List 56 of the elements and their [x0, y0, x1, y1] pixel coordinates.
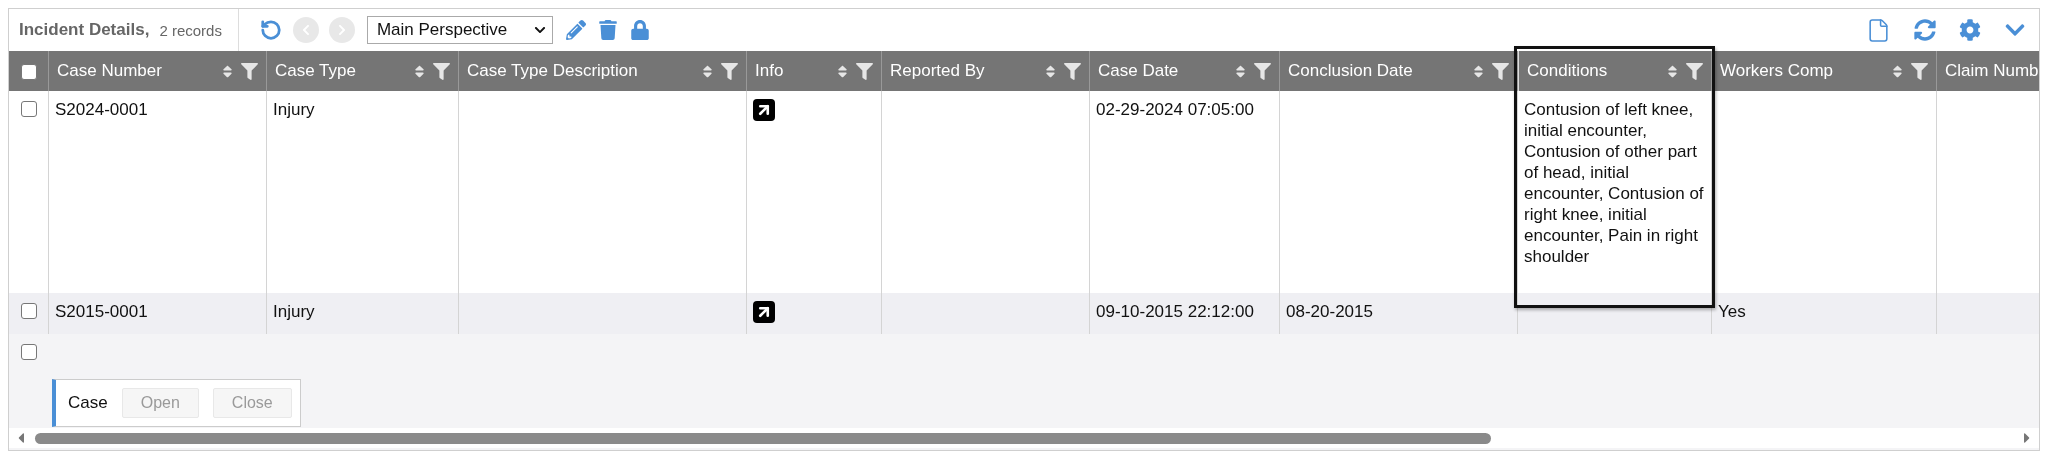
undo-icon[interactable] — [259, 19, 282, 41]
filter-icon[interactable] — [433, 62, 450, 80]
delete-icon[interactable] — [597, 20, 618, 40]
table-cell: 09-10-2015 22:12:00 — [1090, 293, 1280, 334]
open-link-icon[interactable] — [753, 301, 775, 323]
table-cell: Injury — [267, 91, 459, 293]
table-cell: S2015-0001 — [49, 293, 267, 334]
scrollbar-thumb[interactable] — [35, 432, 1491, 444]
sort-icon[interactable] — [1890, 63, 1905, 79]
sort-icon[interactable] — [220, 63, 235, 79]
column-header[interactable]: Conditions — [1518, 51, 1712, 91]
column-header[interactable]: Case Date — [1090, 51, 1280, 91]
filter-icon[interactable] — [856, 62, 873, 80]
sort-icon[interactable] — [1233, 63, 1248, 79]
row-checkbox[interactable] — [21, 344, 37, 360]
table-cell: Injury — [267, 293, 459, 334]
table-cell: S2024-0001 — [49, 91, 267, 293]
sort-icon[interactable] — [1471, 63, 1486, 79]
table-cell: 08-20-2015 — [1280, 293, 1518, 334]
row-checkbox[interactable] — [21, 303, 37, 319]
lock-icon[interactable] — [629, 20, 650, 40]
panel-title: Incident Details, — [19, 20, 150, 40]
column-header[interactable]: Case Type Description — [459, 51, 747, 91]
record-count: 2 records — [159, 21, 222, 39]
table-cell: 02-29-2024 07:05:00 — [1090, 91, 1280, 293]
filter-icon[interactable] — [1064, 62, 1081, 80]
settings-icon[interactable] — [1959, 19, 1981, 41]
sort-icon[interactable] — [1043, 63, 1058, 79]
filter-icon[interactable] — [1686, 62, 1703, 80]
column-header[interactable]: Case Type — [267, 51, 459, 91]
column-header[interactable]: Case Number — [49, 51, 267, 91]
sort-icon[interactable] — [412, 63, 427, 79]
sort-icon[interactable] — [1665, 63, 1680, 79]
open-link-icon[interactable] — [753, 99, 775, 121]
table-cell: Yes — [1712, 293, 1937, 334]
filter-icon[interactable] — [1911, 62, 1928, 80]
column-header[interactable]: Workers Comp — [1712, 51, 1937, 91]
refresh-icon[interactable] — [1914, 19, 1936, 41]
filter-icon[interactable] — [241, 62, 258, 80]
action-bar-label: Case — [68, 393, 108, 413]
sort-icon[interactable] — [700, 63, 715, 79]
column-header[interactable]: Reported By — [882, 51, 1090, 91]
column-header[interactable]: Info — [747, 51, 882, 91]
sort-icon[interactable] — [835, 63, 850, 79]
edit-icon[interactable] — [565, 20, 586, 40]
column-header[interactable]: Claim Numb — [1937, 51, 2039, 91]
perspective-select[interactable]: Main Perspective — [366, 16, 553, 44]
table-cell: Contusion of left knee, initial encounter, Contusion of other part of head, initial encounter, Contusion of right knee, initial encounter, Pain in right shoulder — [1518, 91, 1712, 293]
horizontal-scrollbar[interactable] — [9, 428, 2039, 448]
filter-icon[interactable] — [721, 62, 738, 80]
row-checkbox[interactable] — [21, 101, 37, 117]
caret-icon — [533, 24, 546, 36]
select-all-checkbox[interactable] — [20, 64, 37, 80]
filter-icon[interactable] — [1254, 62, 1271, 80]
new-document-icon[interactable] — [1866, 17, 1891, 43]
filter-icon[interactable] — [1492, 62, 1509, 80]
